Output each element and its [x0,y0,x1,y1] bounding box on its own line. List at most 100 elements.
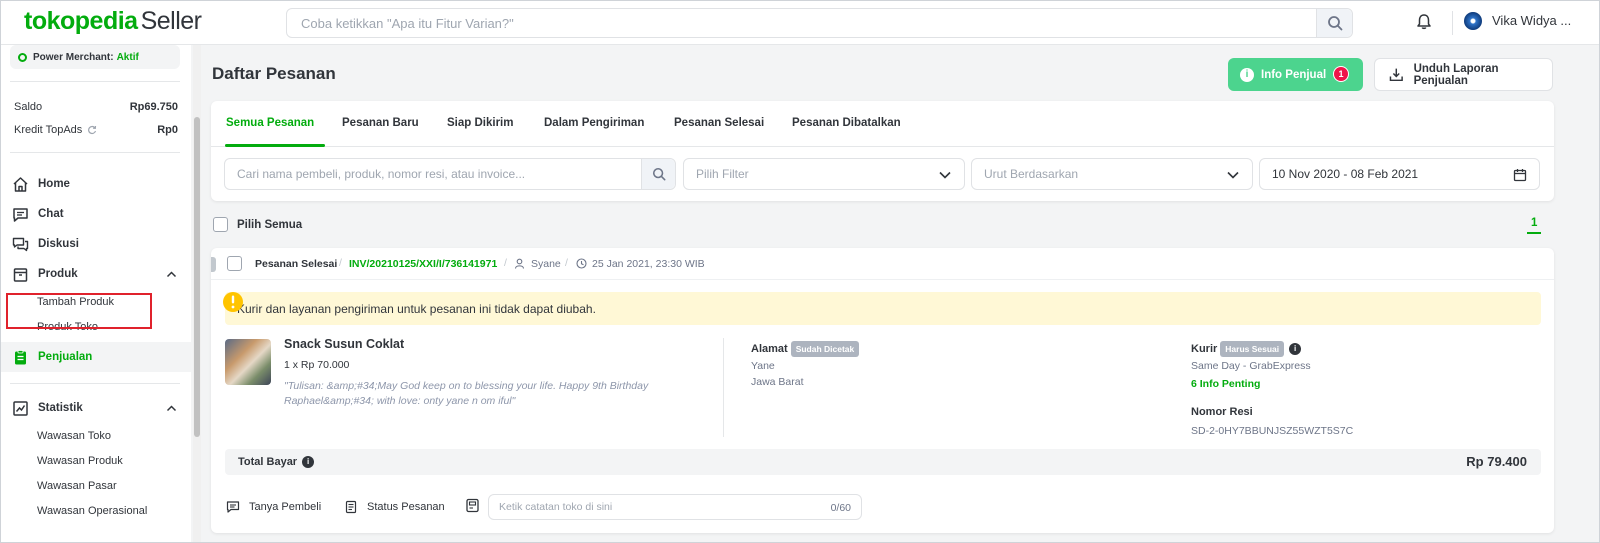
separator: / [339,257,342,269]
avatar[interactable] [1464,12,1482,30]
sidebar-subitem-wawasan-operasional[interactable]: Wawasan Operasional [37,505,147,517]
tab-pesanan-selesai[interactable]: Pesanan Selesai [674,117,764,129]
info-penjual-label: Info Penjual [1261,68,1327,81]
user-icon [514,258,525,269]
sidebar-item-label: Home [38,178,70,190]
top-header: tokopediaSeller Vika Widya ... [0,0,1600,45]
date-range-picker[interactable]: 10 Nov 2020 - 08 Feb 2021 [1259,158,1540,190]
ask-buyer-button[interactable]: Tanya Pembeli [226,500,321,514]
sidebar-item-statistik[interactable]: Statistik [0,394,191,422]
separator: / [565,257,568,269]
order-search-placeholder: Cari nama pembeli, produk, nomor resi, a… [237,167,526,181]
sidebar-item-label: Statistik [38,402,83,414]
select-all-checkbox[interactable] [213,217,228,232]
search-icon [1327,16,1342,31]
buyer-name[interactable]: Syane [531,258,561,270]
total-label: Total Bayar i [238,456,315,469]
download-report-label: Unduh Laporan Penjualan [1413,62,1499,87]
sidebar-subitem-wawasan-toko[interactable]: Wawasan Toko [37,430,111,442]
filter-select[interactable]: Pilih Filter [683,158,965,190]
search-button[interactable] [1316,9,1352,37]
tab-pesanan-dibatalkan[interactable]: Pesanan Dibatalkan [792,117,901,129]
chat-icon [226,501,240,513]
info-icon[interactable]: i [302,456,315,469]
sidebar-item-produk[interactable]: Produk [0,260,191,288]
sidebar-divider [10,81,180,82]
power-merchant-label: Power Merchant: [33,51,114,63]
sidebar-item-label: Chat [38,208,64,220]
filter-select-placeholder: Pilih Filter [696,167,749,181]
bell-icon[interactable] [1414,12,1434,32]
chevron-up-icon[interactable] [166,269,177,280]
tokopedia-seller-logo[interactable]: tokopedia Seller [24,7,202,36]
sidebar-item-penjualan[interactable]: Penjualan [0,342,191,372]
download-report-button[interactable]: Unduh Laporan Penjualan [1374,58,1553,91]
column-divider [723,338,724,437]
resi-value: SD-2-0HY7BBUNJSZ55WZT5S7C [1191,425,1354,437]
courier-status-chip: Harus Sesuai [1220,341,1285,357]
warning-text: Kurir dan layanan pengiriman untuk pesan… [237,301,596,316]
scrollbar-thumb[interactable] [194,117,200,437]
address-region: Jawa Barat [751,376,804,388]
warning-banner: Kurir dan layanan pengiriman untuk pesan… [225,292,1541,325]
info-icon: i [1240,67,1254,82]
product-box-icon [13,267,28,282]
separator: / [504,257,507,269]
note-icon [466,498,479,513]
search-icon [652,167,666,181]
active-tab-indicator [225,144,325,147]
logo-brand: tokopedia [24,7,138,35]
page-title: Daftar Pesanan [212,64,336,83]
sidebar-item-chat[interactable]: Chat [0,200,191,228]
power-merchant-badge[interactable]: Power Merchant: Aktif [10,45,180,69]
chevron-down-icon [1227,171,1239,179]
total-value: Rp 79.400 [1466,454,1527,469]
order-search-button[interactable] [641,159,675,189]
download-icon [1389,68,1403,82]
user-name[interactable]: Vika Widya ... [1492,13,1571,28]
tab-pesanan-baru[interactable]: Pesanan Baru [342,117,419,129]
clock-icon [576,258,587,269]
notification-badge: 1 [1333,66,1349,82]
tab-dalam-pengiriman[interactable]: Dalam Pengiriman [544,117,644,129]
sidebar-scrollbar[interactable] [193,45,201,543]
tab-semua-pesanan[interactable]: Semua Pesanan [226,117,314,129]
info-penting-link[interactable]: 6 Info Penting [1191,378,1260,390]
sidebar-divider [10,152,180,153]
tab-siap-dikirim[interactable]: Siap Dikirim [447,117,513,129]
kredit-topads-value: Rp0 [157,124,178,136]
courier-label: Kurir Harus Sesuai i [1191,341,1302,357]
product-quantity-price: 1 x Rp 70.000 [284,359,350,371]
order-search-input[interactable]: Cari nama pembeli, produk, nomor resi, a… [224,158,676,190]
pagination-page[interactable]: 1 [1531,217,1537,229]
kredit-topads-row[interactable]: Kredit TopAds Rp0 [14,124,178,136]
product-name[interactable]: Snack Susun Coklat [284,337,404,351]
resi-label: Nomor Resi [1191,406,1253,418]
product-thumbnail[interactable] [225,339,271,385]
chat-icon [13,207,28,222]
order-status-button[interactable]: Status Pesanan [344,500,445,514]
select-all[interactable]: Pilih Semua [213,217,302,232]
chevron-up-icon[interactable] [166,403,177,414]
saldo-value: Rp69.750 [129,101,178,113]
refresh-icon[interactable] [87,125,97,135]
global-search-input[interactable] [287,9,1287,37]
order-header: Pesanan Selesai / INV/20210125/XXI/I/736… [211,248,1554,280]
store-note-input[interactable]: Ketik catatan toko di sini 0/60 [488,494,862,520]
logo-suffix: Seller [140,7,202,35]
info-penjual-button[interactable]: i Info Penjual 1 [1228,58,1363,91]
select-all-label: Pilih Semua [237,218,303,231]
saldo-row[interactable]: Saldo Rp69.750 [14,101,178,113]
global-search [286,8,1353,38]
sidebar-item-home[interactable]: Home [0,170,191,198]
sidebar-item-diskusi[interactable]: Diskusi [0,230,191,258]
address-label: Alamat Sudah Dicetak [751,341,860,357]
info-icon[interactable]: i [1289,343,1302,355]
sidebar-item-label: Produk [38,268,78,280]
order-checkbox[interactable] [227,256,242,271]
invoice-link[interactable]: INV/20210125/XXI/I/736141971 [349,258,497,270]
sidebar-subitem-wawasan-produk[interactable]: Wawasan Produk [37,455,123,467]
sidebar-subitem-wawasan-pasar[interactable]: Wawasan Pasar [37,480,117,492]
order-card: Pesanan Selesai / INV/20210125/XXI/I/736… [211,248,1554,533]
sort-select[interactable]: Urut Berdasarkan [971,158,1253,190]
